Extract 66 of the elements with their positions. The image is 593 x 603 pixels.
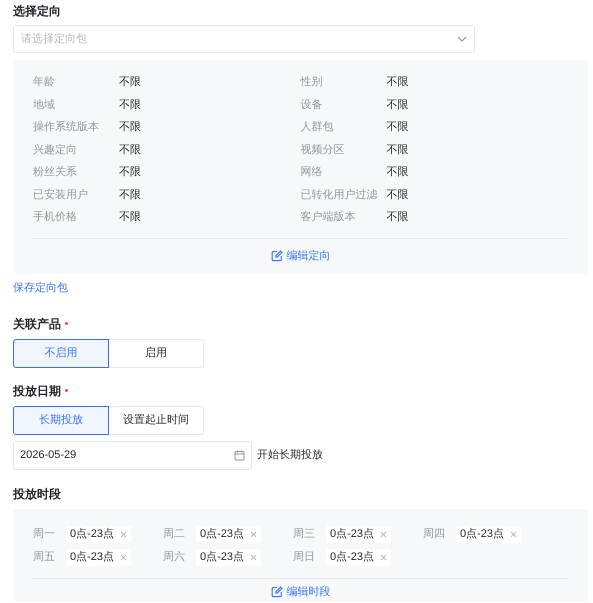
day-label: 周六 bbox=[163, 550, 186, 565]
targeting-value: 不限 bbox=[119, 98, 141, 112]
calendar-icon bbox=[234, 450, 245, 460]
edit-icon bbox=[270, 586, 282, 598]
section-title: 选择定向 bbox=[13, 3, 62, 20]
day-label: 周二 bbox=[163, 526, 186, 542]
targeting-label: 兴趣定向 bbox=[33, 142, 78, 157]
targeting-value: 不限 bbox=[386, 188, 408, 202]
time-range-tag: 0点-23点 bbox=[66, 526, 132, 542]
targeting-value: 不限 bbox=[386, 165, 408, 180]
targeting-value: 不限 bbox=[119, 188, 141, 202]
time-range-tag: 0点-23点 bbox=[326, 526, 392, 542]
targeting-value: 不限 bbox=[119, 142, 141, 157]
targeting-value: 不限 bbox=[119, 210, 141, 224]
close-icon[interactable] bbox=[120, 554, 128, 560]
time-range-tag: 0点-23点 bbox=[196, 548, 262, 566]
close-icon[interactable] bbox=[380, 554, 388, 560]
close-icon[interactable] bbox=[250, 554, 258, 560]
targeting-label: 手机价格 bbox=[33, 210, 78, 224]
targeting-label: 人群包 bbox=[300, 120, 334, 134]
field-label: 投放日期 bbox=[13, 382, 61, 400]
close-icon[interactable] bbox=[510, 530, 518, 538]
targeting-label: 操作系统版本 bbox=[33, 120, 100, 134]
segment-button[interactable]: 启用 bbox=[108, 338, 204, 368]
targeting-label: 年龄 bbox=[33, 75, 56, 90]
targeting-label: 设备 bbox=[300, 98, 324, 112]
segment-button[interactable]: 设置起止时间 bbox=[108, 406, 204, 434]
targeting-value: 不限 bbox=[119, 120, 141, 134]
day-label: 周日 bbox=[293, 550, 316, 565]
close-icon[interactable] bbox=[120, 530, 128, 538]
time-range-tag: 0点-23点 bbox=[456, 526, 522, 542]
edit-icon bbox=[270, 250, 282, 262]
date-field[interactable]: 2026-05-29 bbox=[13, 440, 252, 470]
segment-button[interactable]: 长期投放 bbox=[13, 406, 109, 434]
targeting-label: 已转化用户过滤 bbox=[300, 188, 378, 202]
date-note: 开始长期投放 bbox=[257, 448, 323, 463]
targeting-label: 粉丝关系 bbox=[33, 165, 78, 180]
targeting-value: 不限 bbox=[119, 75, 141, 90]
close-icon[interactable] bbox=[250, 530, 258, 538]
targeting-label: 视频分区 bbox=[300, 142, 346, 157]
time-range-tag: 0点-23点 bbox=[326, 548, 392, 566]
close-icon[interactable] bbox=[380, 530, 388, 538]
targeting-value: 不限 bbox=[386, 120, 408, 134]
targeting-label: 性别 bbox=[300, 75, 324, 90]
chevron-down-icon bbox=[457, 36, 467, 42]
day-label: 周四 bbox=[423, 526, 446, 542]
targeting-value: 不限 bbox=[386, 142, 408, 157]
field-label: 投放时段 bbox=[13, 486, 61, 502]
save-targeting-link[interactable]: 保存定向包 bbox=[13, 280, 68, 296]
time-range-tag: 0点-23点 bbox=[196, 526, 262, 542]
targeting-value: 不限 bbox=[386, 210, 408, 224]
time-range-tag: 0点-23点 bbox=[66, 548, 132, 566]
field-label: 关联产品 bbox=[13, 316, 61, 332]
day-label: 周三 bbox=[293, 526, 316, 542]
edit-schedule-link[interactable]: 编辑时段 bbox=[270, 584, 330, 600]
targeting-label: 已安装用户 bbox=[33, 188, 89, 202]
segment-button[interactable]: 不启用 bbox=[13, 338, 109, 368]
targeting-label: 网络 bbox=[300, 165, 324, 180]
targeting-value: 不限 bbox=[386, 98, 408, 112]
targeting-label: 客户端版本 bbox=[300, 210, 356, 224]
day-label: 周五 bbox=[33, 550, 56, 565]
targeting-label: 地域 bbox=[33, 98, 56, 112]
targeting-value: 不限 bbox=[119, 165, 141, 180]
edit-targeting-link[interactable]: 编辑定向 bbox=[270, 248, 330, 264]
targeting-value: 不限 bbox=[386, 75, 408, 90]
day-label: 周一 bbox=[33, 526, 56, 542]
